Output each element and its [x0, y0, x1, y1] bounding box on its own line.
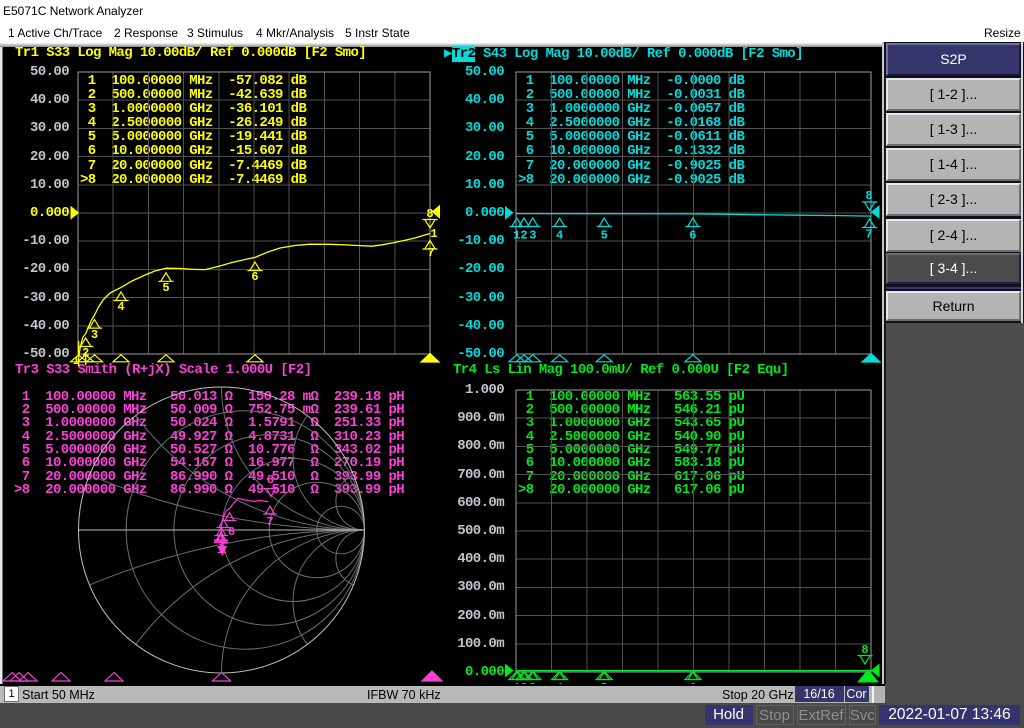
svg-text:2: 2 [520, 229, 527, 243]
svg-text:6: 6 [228, 525, 235, 539]
svg-text:7: 7 [427, 246, 434, 260]
svg-text:4: 4 [117, 300, 124, 314]
svg-text:8: 8 [865, 189, 872, 203]
svg-text:5: 5 [162, 281, 169, 295]
svg-text:4: 4 [556, 229, 563, 243]
svg-text:2: 2 [521, 683, 528, 695]
svg-text:6: 6 [689, 229, 696, 243]
svg-text:5: 5 [601, 683, 608, 695]
svg-text:6: 6 [251, 270, 258, 284]
svg-text:3: 3 [91, 328, 98, 342]
svg-text:7: 7 [266, 515, 273, 529]
svg-text:4: 4 [556, 683, 563, 695]
svg-text:7: 7 [865, 228, 872, 242]
svg-text:3: 3 [529, 683, 536, 695]
svg-text:1: 1 [430, 227, 437, 241]
svg-text:6: 6 [690, 683, 697, 695]
svg-text:1: 1 [514, 683, 521, 695]
svg-text:8: 8 [267, 473, 274, 487]
svg-text:3: 3 [529, 229, 536, 243]
svg-text:5: 5 [601, 229, 608, 243]
